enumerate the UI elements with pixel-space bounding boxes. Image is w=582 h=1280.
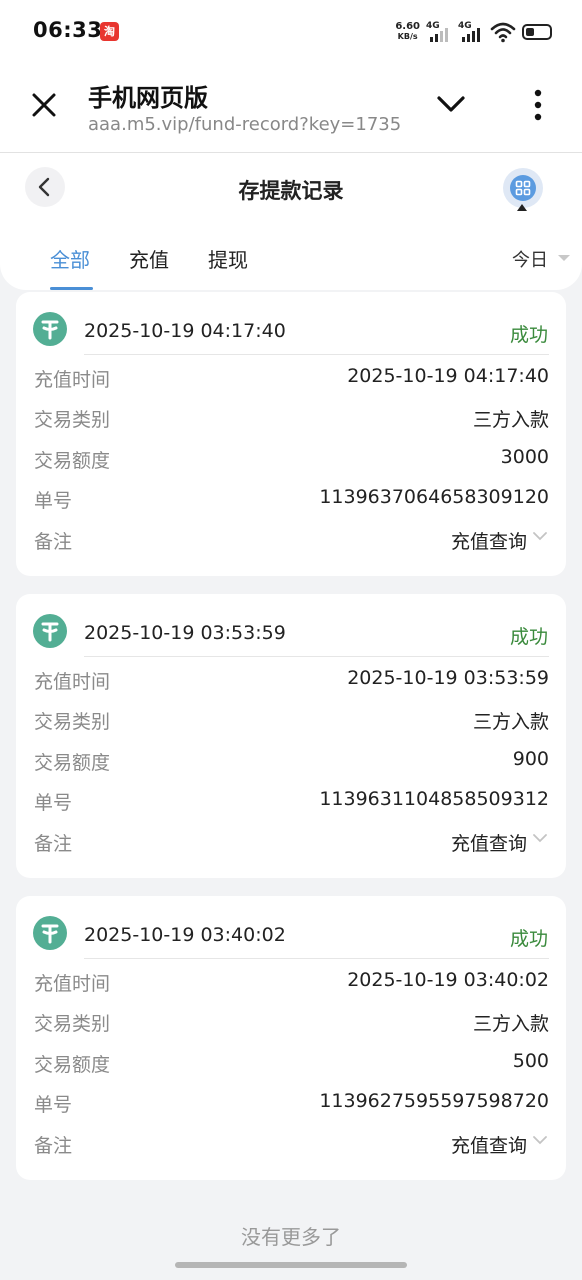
- battery-icon: [522, 24, 552, 40]
- order-value: 1139637064658309120: [319, 486, 549, 508]
- memo-label: 备注: [34, 1135, 73, 1157]
- amount-label: 交易额度: [34, 1054, 111, 1076]
- divider: [84, 958, 549, 959]
- type-value: 三方入款: [472, 409, 549, 431]
- record-datetime: 2025-10-19 03:53:59: [84, 622, 286, 644]
- status-badge: 成功: [509, 626, 548, 648]
- browser-url[interactable]: aaa.m5.vip/fund-record?key=1735: [88, 114, 408, 135]
- browser-toolbar: 手机网页版 aaa.m5.vip/fund-record?key=1735: [0, 64, 582, 153]
- home-indicator[interactable]: [175, 1262, 407, 1268]
- order-value: 1139631104858509312: [319, 788, 549, 810]
- divider: [84, 656, 549, 657]
- recharge-time-row: 充值时间 2025-10-19 03:40:02: [34, 969, 549, 995]
- memo-row[interactable]: 备注 充值查询: [34, 527, 549, 553]
- divider: [84, 354, 549, 355]
- recharge-time-value: 2025-10-19 03:53:59: [347, 667, 549, 689]
- memo-value[interactable]: 充值查询: [451, 1131, 527, 1158]
- amount-label: 交易额度: [34, 752, 111, 774]
- status-indicators: 6.60 KB/s 4G 4G: [395, 18, 552, 46]
- caret-up-icon: [517, 204, 527, 211]
- type-row: 交易类别 三方入款: [34, 1009, 549, 1035]
- type-label: 交易类别: [34, 711, 111, 733]
- recharge-time-label: 充值时间: [34, 369, 111, 391]
- network-speed-unit: KB/s: [397, 32, 418, 41]
- tether-icon: [33, 916, 67, 950]
- close-icon[interactable]: [30, 91, 58, 119]
- record-datetime: 2025-10-19 04:17:40: [84, 320, 286, 342]
- no-more-text: 没有更多了: [241, 1225, 341, 1249]
- taobao-app-icon: 淘: [100, 22, 119, 41]
- recharge-time-row: 充值时间 2025-10-19 04:17:40: [34, 365, 549, 391]
- amount-row: 交易额度 900: [34, 748, 549, 774]
- memo-value[interactable]: 充值查询: [451, 527, 527, 554]
- recharge-time-value: 2025-10-19 03:40:02: [347, 969, 549, 991]
- signal-icon-2: 4G: [458, 20, 484, 44]
- amount-row: 交易额度 3000: [34, 446, 549, 472]
- amount-row: 交易额度 500: [34, 1050, 549, 1076]
- caret-down-icon[interactable]: [558, 255, 570, 261]
- recharge-time-value: 2025-10-19 04:17:40: [347, 365, 549, 387]
- type-label: 交易类别: [34, 409, 111, 431]
- order-label: 单号: [34, 792, 73, 814]
- type-row: 交易类别 三方入款: [34, 405, 549, 431]
- amount-value: 3000: [500, 446, 549, 468]
- type-value: 三方入款: [472, 711, 549, 733]
- chevron-down-icon[interactable]: [436, 94, 466, 116]
- amount-value: 500: [512, 1050, 549, 1072]
- order-row: 单号 1139627595597598720: [34, 1090, 549, 1116]
- record-card: 2025-10-19 04:17:40 成功 充值时间 2025-10-19 0…: [16, 292, 566, 576]
- grid-menu-icon: [515, 180, 531, 196]
- page-title: 存提款记录: [238, 179, 344, 203]
- chevron-down-icon[interactable]: [533, 833, 547, 843]
- recharge-time-label: 充值时间: [34, 973, 111, 995]
- order-row: 单号 1139637064658309120: [34, 486, 549, 512]
- chevron-down-icon[interactable]: [533, 531, 547, 541]
- card-header: 2025-10-19 03:40:02 成功: [16, 896, 566, 959]
- order-row: 单号 1139631104858509312: [34, 788, 549, 814]
- record-datetime: 2025-10-19 03:40:02: [84, 924, 286, 946]
- page-header: 存提款记录 全部 充值 提现 今日: [0, 153, 582, 290]
- type-row: 交易类别 三方入款: [34, 707, 549, 733]
- memo-label: 备注: [34, 833, 73, 855]
- tab-recharge[interactable]: 充值: [129, 244, 169, 273]
- memo-value[interactable]: 充值查询: [451, 829, 527, 856]
- browser-title: 手机网页版: [88, 84, 208, 112]
- card-header: 2025-10-19 03:53:59 成功: [16, 594, 566, 657]
- tether-icon: [33, 614, 67, 648]
- memo-row[interactable]: 备注 充值查询: [34, 1131, 549, 1157]
- date-filter[interactable]: 今日: [512, 246, 548, 272]
- status-bar: 06:33 淘 6.60 KB/s 4G 4G: [0, 0, 582, 64]
- memo-label: 备注: [34, 531, 73, 553]
- status-badge: 成功: [509, 324, 548, 346]
- network-speed: 6.60 KB/s: [395, 22, 420, 42]
- order-value: 1139627595597598720: [319, 1090, 549, 1112]
- grid-menu-button[interactable]: [503, 168, 543, 208]
- order-label: 单号: [34, 490, 73, 512]
- tab-withdraw[interactable]: 提现: [208, 244, 248, 273]
- type-value: 三方入款: [472, 1013, 549, 1035]
- status-badge: 成功: [509, 928, 548, 950]
- record-card: 2025-10-19 03:40:02 成功 充值时间 2025-10-19 0…: [16, 896, 566, 1180]
- tab-all[interactable]: 全部: [50, 244, 90, 273]
- network-speed-value: 6.60: [395, 21, 420, 32]
- active-tab-indicator: [50, 287, 93, 290]
- memo-row[interactable]: 备注 充值查询: [34, 829, 549, 855]
- amount-value: 900: [512, 748, 549, 770]
- record-card: 2025-10-19 03:53:59 成功 充值时间 2025-10-19 0…: [16, 594, 566, 878]
- wifi-icon: [490, 22, 516, 43]
- status-time: 06:33: [33, 18, 103, 42]
- order-label: 单号: [34, 1094, 73, 1116]
- amount-label: 交易额度: [34, 450, 111, 472]
- tether-icon: [33, 312, 67, 346]
- type-label: 交易类别: [34, 1013, 111, 1035]
- recharge-time-row: 充值时间 2025-10-19 03:53:59: [34, 667, 549, 693]
- recharge-time-label: 充值时间: [34, 671, 111, 693]
- signal-icon: 4G: [426, 20, 452, 44]
- more-vertical-icon[interactable]: [526, 88, 550, 122]
- card-header: 2025-10-19 04:17:40 成功: [16, 292, 566, 355]
- chevron-down-icon[interactable]: [533, 1135, 547, 1145]
